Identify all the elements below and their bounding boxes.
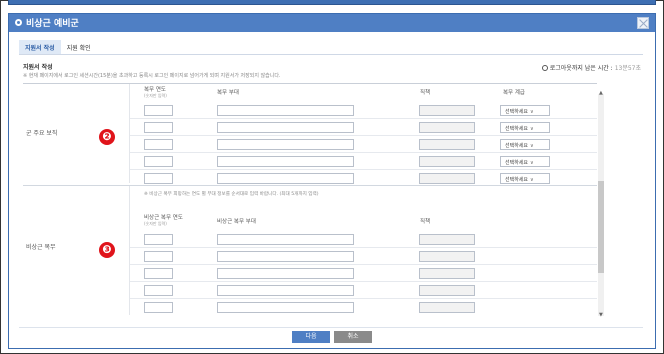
reserve-col-header-position: 직책 (420, 219, 431, 225)
modal-header: 비상근 예비군 (9, 14, 655, 32)
reserve-col-header-year: 비상근 복무 연도 (숫자만 입력) (144, 215, 183, 227)
reserve-position-input-3[interactable] (419, 268, 475, 279)
marker-2: ❷ (99, 129, 115, 145)
footer-divider (19, 327, 643, 328)
military-year-input-4[interactable] (144, 156, 173, 167)
military-position-input-2[interactable] (419, 122, 475, 133)
tab-application-write[interactable]: 지원서 작성 (19, 40, 61, 54)
scroll-up-icon[interactable]: ▲ (599, 90, 603, 96)
chevron-down-icon: ∨ (530, 126, 534, 132)
military-unit-input-1[interactable] (217, 105, 354, 116)
reserve-unit-input-5[interactable] (217, 302, 354, 313)
tab-divider (19, 54, 643, 55)
reserve-year-input-4[interactable] (144, 285, 173, 296)
cancel-button[interactable]: 취소 (334, 331, 372, 343)
col-year-sub: (숫자만 입력) (144, 93, 167, 98)
row-divider (130, 298, 597, 299)
military-rank-select-5[interactable]: 선택하세요 ∨ (500, 173, 550, 184)
reserve-position-input-2[interactable] (419, 251, 475, 262)
chevron-down-icon: ∨ (530, 177, 534, 183)
col-header-unit: 복무 부대 (217, 90, 239, 96)
military-position-input-1[interactable] (419, 105, 475, 116)
military-year-input-5[interactable] (144, 173, 173, 184)
row-divider (130, 169, 597, 170)
modal-title-wrap: 비상근 예비군 (15, 16, 79, 29)
chevron-down-icon: ∨ (530, 143, 534, 149)
military-unit-input-4[interactable] (217, 156, 354, 167)
col-header-position: 직책 (420, 90, 431, 96)
row-divider (130, 281, 597, 282)
reserve-unit-input-2[interactable] (217, 251, 354, 262)
col-header-rank: 복무 계급 (503, 90, 525, 96)
chevron-down-icon: ∨ (530, 109, 534, 115)
clock-icon (541, 64, 548, 71)
next-button[interactable]: 다음 (292, 331, 330, 343)
chevron-down-icon: ∨ (530, 160, 534, 166)
row-divider (130, 135, 597, 136)
military-rank-select-1[interactable]: 선택하세요 ∨ (500, 105, 550, 116)
reserve-year-input-5[interactable] (144, 302, 173, 313)
row-divider (130, 264, 597, 265)
marker-3: ❸ (99, 242, 115, 258)
military-unit-input-2[interactable] (217, 122, 354, 133)
military-rank-select-3[interactable]: 선택하세요 ∨ (500, 139, 550, 150)
reserve-unit-input-4[interactable] (217, 285, 354, 296)
scrollbar-thumb[interactable] (598, 181, 604, 273)
reserve-unit-input-3[interactable] (217, 268, 354, 279)
military-year-input-1[interactable] (144, 105, 173, 116)
section-title: 지원서 작성 (23, 64, 53, 71)
reserve-position-input-1[interactable] (419, 234, 475, 245)
military-year-input-2[interactable] (144, 122, 173, 133)
reserve-modal: 비상근 예비군 지원서 작성 지원 확인 지원서 작성 ※ 현재 페이지에서 로… (8, 13, 656, 349)
background-header-strip (8, 0, 656, 5)
timer-value: 13분57초 (614, 65, 641, 72)
timer-label: 로그아웃까지 남은 시간 : (549, 65, 613, 72)
modal-title: 비상근 예비군 (26, 19, 79, 29)
military-rank-select-2[interactable]: 선택하세요 ∨ (500, 122, 550, 133)
reserve-year-input-3[interactable] (144, 268, 173, 279)
reserve-position-input-4[interactable] (419, 285, 475, 296)
reserve-guide: ※ 비상근 복무 희망하는 연도 별 부대 정보를 순서대로 입력 바랍니다. … (144, 192, 319, 197)
row-divider (130, 247, 597, 248)
form-scroll-area[interactable]: 군 주요 보직 ❷ 복무 연도 (숫자만 입력) 복무 부대 직책 복무 계급 … (23, 83, 597, 315)
reserve-position-input-5[interactable] (419, 302, 475, 313)
military-position-input-4[interactable] (419, 156, 475, 167)
military-position-input-5[interactable] (419, 173, 475, 184)
logout-timer: 로그아웃까지 남은 시간 : 13분57초 (541, 63, 641, 72)
close-icon[interactable] (637, 17, 649, 29)
scroll-down-icon[interactable]: ▼ (599, 312, 603, 318)
row-divider (130, 152, 597, 153)
reserve-col-header-unit: 비상근 복무 부대 (217, 219, 256, 225)
reserve-year-input-1[interactable] (144, 234, 173, 245)
reserve-year-input-2[interactable] (144, 251, 173, 262)
military-year-input-3[interactable] (144, 139, 173, 150)
col-header-year: 복무 연도 (숫자만 입력) (144, 87, 167, 99)
session-notice: ※ 현재 페이지에서 로그인 세션시간(15분)을 초과하고 등록시 로그인 페… (23, 73, 281, 79)
reserve-col-year-sub: (숫자만 입력) (144, 221, 167, 226)
tab-bar: 지원서 작성 지원 확인 (19, 40, 97, 54)
military-row-label: 군 주요 보직 (26, 130, 58, 137)
tab-application-check[interactable]: 지원 확인 (61, 40, 97, 54)
row-divider (130, 118, 597, 119)
reserve-unit-input-1[interactable] (217, 234, 354, 245)
circle-bullet-icon (15, 19, 22, 26)
reserve-row-label: 비상근 복무 (26, 244, 56, 251)
military-unit-input-3[interactable] (217, 139, 354, 150)
military-unit-input-5[interactable] (217, 173, 354, 184)
military-position-input-3[interactable] (419, 139, 475, 150)
military-rank-select-4[interactable]: 선택하세요 ∨ (500, 156, 550, 167)
